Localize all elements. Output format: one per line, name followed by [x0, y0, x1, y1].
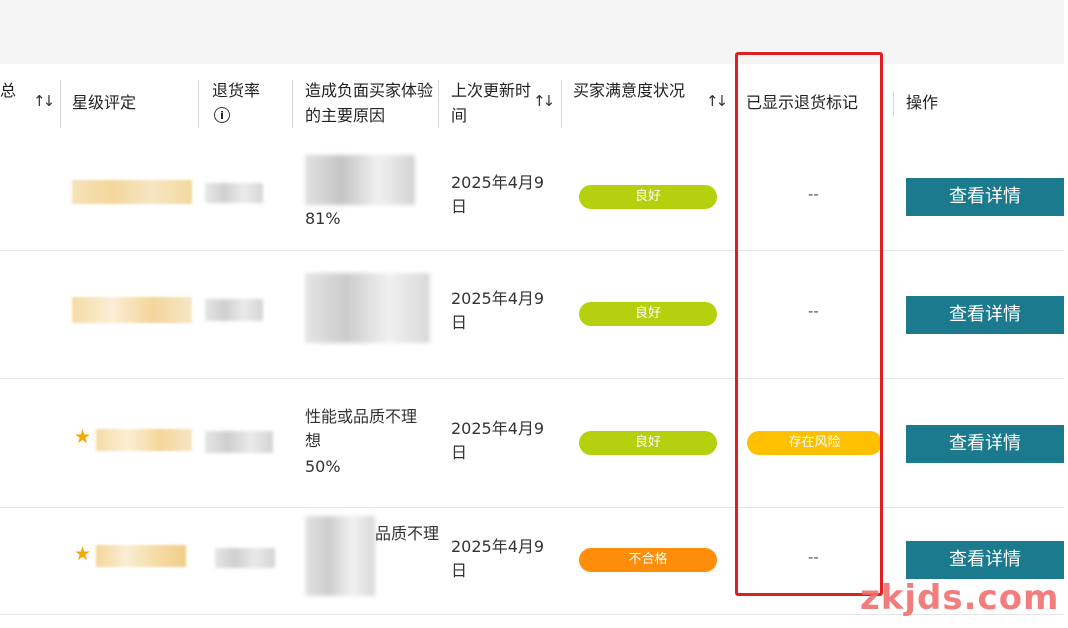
- sort-icon[interactable]: ↑↓: [706, 92, 728, 110]
- table-row: 查看详情 2025年4月9日 良好 --: [0, 251, 1064, 379]
- column-header-star-rating[interactable]: 星级评定: [72, 90, 136, 115]
- return-flag-value: --: [808, 548, 819, 566]
- star-rating-blurred: [96, 545, 186, 567]
- column-header-return-flag: 已显示退货标记: [746, 93, 859, 112]
- view-details-button[interactable]: 查看详情: [906, 541, 1064, 579]
- info-icon[interactable]: i: [214, 107, 230, 123]
- status-badge: 良好: [579, 185, 717, 209]
- updated-time: 2025年4月9日: [451, 289, 545, 332]
- column-divider: [292, 80, 293, 128]
- column-divider: [60, 80, 61, 128]
- sort-icon[interactable]: ↑↓: [33, 92, 55, 110]
- table-row: 81% 2025年4月9日 良好 -- 查看详情: [0, 145, 1064, 251]
- column-header-total[interactable]: 总: [0, 78, 16, 103]
- column-divider: [198, 80, 199, 128]
- table-row: ★ 性能或品质不理想 50% 2025年4月9日 良好 存在风险 查看详情: [0, 379, 1064, 508]
- watermark-text: zkjds.com: [860, 578, 1060, 618]
- toolbar-area: [0, 0, 1064, 64]
- return-rate-blurred: [205, 431, 273, 453]
- column-divider: [561, 80, 562, 128]
- return-flag-value: --: [808, 185, 819, 203]
- status-badge: 不合格: [579, 548, 717, 572]
- updated-time: 2025年4月9日: [451, 173, 545, 216]
- star-rating-blurred: [72, 180, 192, 204]
- reason-text: 性能或品质不理想: [305, 407, 418, 450]
- reason-blurred: [305, 516, 375, 596]
- view-details-button[interactable]: 查看详情: [906, 178, 1064, 216]
- return-rate-blurred: [215, 548, 275, 568]
- column-header-return-rate[interactable]: 退货率: [212, 78, 260, 103]
- return-rate-blurred: [205, 299, 263, 321]
- column-header-action: 操作: [906, 93, 939, 112]
- star-icon: ★: [74, 543, 92, 565]
- reason-blurred: [305, 155, 415, 205]
- status-badge: 良好: [579, 431, 717, 455]
- column-divider: [438, 80, 439, 128]
- view-details-button[interactable]: 查看详情: [906, 425, 1064, 463]
- star-rating-blurred: [96, 429, 192, 451]
- updated-time: 2025年4月9日: [451, 419, 545, 462]
- reason-percent: 81%: [305, 209, 341, 228]
- updated-time: 2025年4月9日: [451, 537, 545, 580]
- return-flag-value: --: [808, 302, 819, 320]
- reason-text: 品质不理: [375, 524, 440, 543]
- column-header-updated[interactable]: 上次更新时间: [451, 78, 531, 128]
- sort-icon[interactable]: ↑↓: [533, 92, 555, 110]
- star-icon: ★: [74, 426, 92, 448]
- view-details-button[interactable]: 查看详情: [906, 296, 1064, 334]
- return-risk-badge: 存在风险: [747, 431, 882, 455]
- return-rate-blurred: [205, 183, 263, 203]
- table-header: 总 ↑↓ 星级评定 退货率 i 造成负面买家体验的主要原因 上次更新时间 ↑↓ …: [0, 64, 1064, 146]
- column-header-satisfaction[interactable]: 买家满意度状况: [573, 78, 685, 103]
- reason-blurred: [305, 273, 430, 343]
- column-divider: [893, 92, 894, 116]
- status-badge: 良好: [579, 302, 717, 326]
- reason-percent: 50%: [305, 457, 341, 476]
- star-rating-blurred: [72, 297, 192, 323]
- page-edge: [1064, 0, 1068, 628]
- column-header-reason[interactable]: 造成负面买家体验的主要原因: [305, 78, 433, 128]
